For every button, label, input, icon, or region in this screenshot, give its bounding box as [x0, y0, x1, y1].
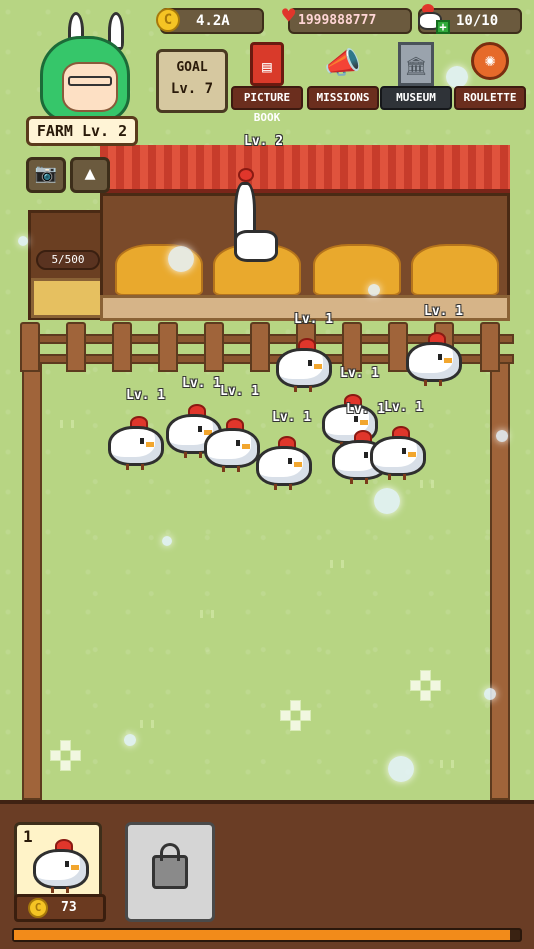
snow-particle	[388, 756, 414, 782]
chicken-level: Lv. 1	[294, 312, 334, 327]
heart-icon: ♥	[282, 4, 296, 29]
goal-level: Lv. 7	[170, 81, 214, 97]
price-value: 73	[61, 900, 77, 915]
museum-label: MUSEUM	[380, 86, 452, 110]
grass-tuft	[200, 610, 214, 618]
museum-icon: 🏛	[398, 42, 434, 86]
heart-value: 1999888777	[298, 13, 377, 28]
nest	[313, 244, 401, 296]
camera-button[interactable]: 📷	[26, 157, 66, 193]
capacity-value: 10/10	[456, 13, 499, 29]
chicken-level: Lv. 1	[220, 384, 260, 399]
chicken[interactable]	[252, 432, 316, 492]
chicken-level: Lv. 1	[340, 366, 380, 381]
snow-particle	[168, 246, 194, 272]
grass-tuft	[60, 420, 74, 428]
heart-counter: 1999888777	[288, 8, 412, 34]
flower-decoration	[410, 670, 441, 701]
coin-icon: C	[156, 8, 180, 32]
flower-decoration	[280, 700, 311, 731]
avatar[interactable]	[32, 12, 136, 122]
coop-roof	[100, 145, 510, 193]
chicken-level: Lv. 1	[424, 304, 464, 319]
roulette-label: ROULETTE	[454, 86, 526, 110]
egg-box[interactable]	[31, 278, 105, 318]
flower-decoration	[50, 740, 81, 771]
hat-icon: ▲	[84, 163, 96, 184]
chicken-coop[interactable]	[100, 145, 510, 330]
missions-button[interactable]: 📣 MISSIONS	[307, 42, 379, 116]
picture-book-label: PICTURE BOOK	[231, 86, 303, 124]
coop-body	[100, 193, 510, 303]
egg-counter: 5/500	[36, 250, 100, 270]
chicken[interactable]	[366, 422, 430, 482]
snow-particle	[496, 430, 508, 442]
right-fence	[490, 360, 512, 800]
grass-tuft	[440, 760, 454, 768]
megaphone-icon: 📣	[324, 46, 362, 81]
chicken-level: Lv. 1	[182, 376, 222, 391]
picture-book-button[interactable]: ▤ PICTURE BOOK	[231, 42, 303, 124]
coin-icon: C	[28, 898, 48, 918]
roulette-icon: ✺	[471, 42, 509, 80]
farm-level-text: Lv. 2	[82, 122, 128, 140]
snow-particle	[368, 284, 380, 296]
grass-tuft	[140, 720, 154, 728]
progress-bar	[12, 928, 522, 942]
nest	[411, 244, 499, 296]
snow-particle	[124, 734, 136, 746]
progress-fill	[14, 930, 510, 940]
game-screen: 5/500 Lv. 2 Lv. 1 Lv. 1 Lv. 1 Lv. 1 Lv. …	[0, 0, 534, 949]
snow-particle	[484, 688, 496, 700]
farm-level-label[interactable]: FARM Lv. 2	[26, 116, 138, 146]
missions-label: MISSIONS	[307, 86, 379, 110]
lock-shackle	[160, 843, 180, 861]
camera-icon: 📷	[34, 163, 58, 184]
roulette-button[interactable]: ✺ ROULETTE	[454, 42, 526, 116]
tall-chicken[interactable]	[228, 168, 278, 268]
locked-slot[interactable]	[125, 822, 215, 922]
chicken[interactable]	[104, 412, 168, 472]
snow-particle	[18, 236, 28, 246]
plus-icon[interactable]: +	[436, 20, 450, 34]
chicken-preview-icon	[29, 835, 93, 895]
chicken-level: Lv. 1	[126, 388, 166, 403]
goal-card[interactable]: GOAL Lv. 7	[156, 49, 228, 113]
grass-tuft	[330, 560, 344, 568]
chicken[interactable]	[272, 334, 336, 394]
snow-particle	[374, 488, 400, 514]
goal-title: GOAL	[176, 60, 208, 75]
coin-value: 4.2A	[196, 13, 230, 29]
chicken-level: Lv. 2	[244, 134, 284, 149]
chicken-level: Lv. 1	[272, 410, 312, 425]
hat-button[interactable]: ▲	[70, 157, 110, 193]
snow-particle	[162, 536, 172, 546]
book-icon: ▤	[250, 42, 284, 86]
museum-button[interactable]: 🏛 MUSEUM	[380, 42, 452, 116]
left-fence	[22, 360, 44, 800]
chicken[interactable]	[402, 328, 466, 388]
chicken-level: Lv. 1	[346, 402, 386, 417]
farm-label-text: FARM	[36, 122, 73, 140]
chicken-level: Lv. 1	[384, 400, 424, 415]
